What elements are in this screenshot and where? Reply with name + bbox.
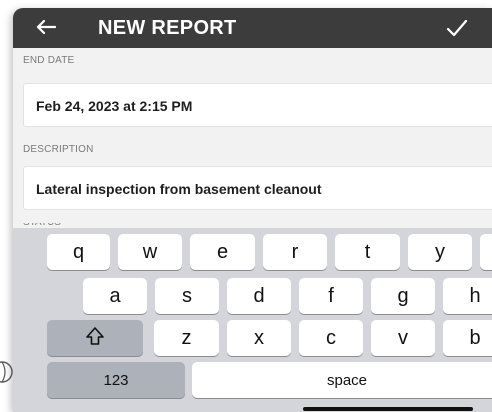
key-e[interactable]: e: [190, 234, 255, 270]
key-label: v: [398, 326, 408, 349]
key-label: h: [469, 284, 481, 307]
key-label: w: [142, 240, 158, 263]
key-z[interactable]: z: [154, 320, 219, 356]
key-a[interactable]: a: [83, 278, 147, 314]
key-label: z: [181, 326, 192, 349]
key-label: f: [328, 284, 334, 307]
key-label: r: [291, 240, 299, 263]
key-label: g: [397, 284, 409, 307]
key-u-partial[interactable]: [480, 234, 492, 270]
arrow-left-icon[interactable]: [33, 14, 59, 40]
end-date-label: END DATE: [23, 55, 75, 66]
key-c[interactable]: c: [299, 320, 363, 356]
globe-icon[interactable]: [0, 358, 14, 386]
checkmark-icon[interactable]: [443, 14, 471, 42]
app-bar: NEW REPORT: [13, 8, 492, 48]
key-h[interactable]: h: [443, 278, 492, 314]
numbers-key[interactable]: 123: [47, 362, 185, 398]
key-s[interactable]: s: [155, 278, 219, 314]
key-w[interactable]: w: [118, 234, 182, 270]
key-label: t: [364, 240, 371, 263]
key-label: e: [216, 240, 229, 263]
app-screen: NEW REPORT END DATE Feb 24, 2023 at 2:15…: [13, 8, 492, 412]
key-label: q: [72, 240, 85, 263]
end-date-value: Feb 24, 2023 at 2:15 PM: [36, 98, 193, 114]
key-d[interactable]: d: [227, 278, 291, 314]
key-label: x: [254, 326, 264, 349]
key-x[interactable]: x: [227, 320, 291, 356]
end-date-field[interactable]: Feb 24, 2023 at 2:15 PM: [23, 83, 492, 127]
key-b[interactable]: b: [443, 320, 492, 356]
description-label: DESCRIPTION: [23, 144, 94, 155]
key-label: a: [109, 284, 121, 307]
key-f[interactable]: f: [299, 278, 363, 314]
shift-key[interactable]: [47, 320, 143, 356]
description-value: Lateral inspection from basement cleanou…: [36, 181, 322, 197]
description-field[interactable]: Lateral inspection from basement cleanou…: [23, 166, 492, 210]
key-label: b: [469, 326, 481, 349]
report-form: END DATE Feb 24, 2023 at 2:15 PM DESCRIP…: [13, 48, 492, 228]
home-indicator[interactable]: [303, 407, 473, 411]
key-y[interactable]: y: [408, 234, 472, 270]
key-g[interactable]: g: [371, 278, 435, 314]
key-v[interactable]: v: [371, 320, 435, 356]
key-label: space: [326, 371, 368, 389]
shift-icon: [85, 326, 105, 350]
space-key[interactable]: space: [192, 362, 492, 398]
key-label: s: [182, 284, 192, 307]
on-screen-keyboard: q w e r t y a s d f g h z x c v b 123 sp…: [13, 228, 492, 412]
key-q[interactable]: q: [47, 234, 110, 270]
key-label: d: [253, 284, 265, 307]
key-label: y: [435, 240, 445, 263]
key-t[interactable]: t: [335, 234, 400, 270]
key-label: 123: [103, 371, 129, 389]
key-label: c: [326, 326, 336, 349]
page-title: NEW REPORT: [98, 17, 237, 39]
key-r[interactable]: r: [263, 234, 327, 270]
